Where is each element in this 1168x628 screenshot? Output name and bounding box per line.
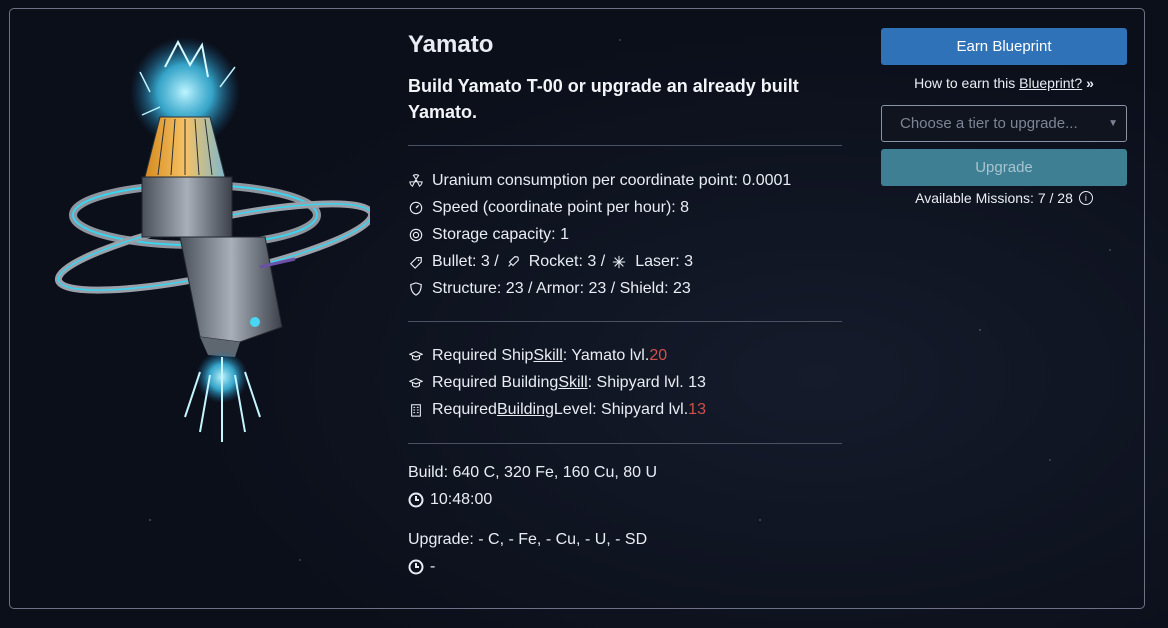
stat-rocket-text: Rocket: 3 / <box>528 252 606 270</box>
stat-uranium-text: Uranium consumption per coordinate point… <box>432 171 792 189</box>
divider <box>408 443 842 444</box>
available-missions: Available Missions: 7 / 28 i <box>881 190 1127 206</box>
clock-icon <box>408 559 424 574</box>
req-building-skill-prefix: Required Building <box>432 373 559 391</box>
storage-icon <box>408 227 424 243</box>
building-link[interactable]: Building <box>497 401 554 419</box>
building-level-value: 13 <box>688 400 706 418</box>
clock-icon <box>408 492 424 507</box>
caret-down-icon: ▼ <box>1108 118 1118 129</box>
skill-link[interactable]: Skill <box>558 374 587 392</box>
ship-skill-level: 20 <box>649 346 668 364</box>
stat-bullet-text: Bullet: 3 / <box>432 252 499 270</box>
ship-header: Yamato Build Yamato T-00 or upgrade an a… <box>408 31 842 125</box>
req-building-level: Required Building Level: Shipyard lvl. 1… <box>408 396 842 423</box>
divider <box>408 145 842 146</box>
req-building-level-suffix: Level: Shipyard lvl. <box>553 400 689 418</box>
skill-link[interactable]: Skill <box>533 347 562 365</box>
howto-prefix: How to earn this <box>914 75 1020 91</box>
earn-blueprint-button[interactable]: Earn Blueprint <box>881 28 1127 65</box>
build-time-value: 10:48:00 <box>430 490 493 508</box>
graduation-cap-icon <box>408 348 424 364</box>
req-building-skill: Required Building Skill: Shipyard lvl. 1… <box>408 369 842 396</box>
laser-icon <box>611 254 627 270</box>
stat-laser-text: Laser: 3 <box>635 252 693 270</box>
howto-earn-blueprint: How to earn this Blueprint? » <box>881 75 1127 91</box>
upgrade-button[interactable]: Upgrade <box>881 149 1127 186</box>
ship-title: Yamato <box>408 31 494 58</box>
info-icon[interactable]: i <box>1078 191 1093 205</box>
build-info: Build: 640 C, 320 Fe, 160 Cu, 80 U 10:48… <box>408 459 657 580</box>
stat-defense: Structure: 23 / Armor: 23 / Shield: 23 <box>408 275 842 302</box>
upgrade-cost: Upgrade: - C, - Fe, - Cu, - U, - SD <box>408 530 648 548</box>
radiation-icon <box>408 173 424 189</box>
req-ship-skill-suffix: : Yamato lvl. <box>562 346 650 364</box>
build-cost: Build: 640 C, 320 Fe, 160 Cu, 80 U <box>408 463 658 481</box>
stat-speed-text: Speed (coordinate point per hour): 8 <box>432 198 690 216</box>
req-ship-skill: Required Ship Skill: Yamato lvl. 20 <box>408 342 842 369</box>
speedometer-icon <box>408 200 424 216</box>
ship-description: Build Yamato T-00 or upgrade an already … <box>408 76 799 122</box>
howto-suffix: » <box>1082 75 1094 91</box>
stat-speed: Speed (coordinate point per hour): 8 <box>408 194 842 221</box>
req-building-skill-suffix: : Shipyard lvl. 13 <box>587 373 706 391</box>
tier-select[interactable]: Choose a tier to upgrade... ▼ <box>881 105 1127 142</box>
bullet-icon <box>408 254 424 270</box>
missions-text: Available Missions: 7 / 28 <box>915 190 1073 206</box>
ship-stats: Uranium consumption per coordinate point… <box>408 145 842 444</box>
blueprint-help-link[interactable]: Blueprint? <box>1019 75 1082 91</box>
shield-icon <box>408 281 424 297</box>
divider <box>408 321 842 322</box>
stat-storage-text: Storage capacity: 1 <box>432 225 569 243</box>
rocket-icon <box>505 254 521 270</box>
ship-detail-panel: Yamato Build Yamato T-00 or upgrade an a… <box>9 8 1145 609</box>
upgrade-time-value: - <box>430 557 436 575</box>
tier-select-placeholder: Choose a tier to upgrade... <box>900 115 1078 132</box>
stat-uranium: Uranium consumption per coordinate point… <box>408 167 842 194</box>
building-icon <box>408 402 424 418</box>
stat-defense-text: Structure: 23 / Armor: 23 / Shield: 23 <box>432 279 691 297</box>
req-ship-skill-prefix: Required Ship <box>432 346 534 364</box>
ship-image <box>54 37 370 442</box>
upgrade-time: - <box>408 553 657 580</box>
stat-storage: Storage capacity: 1 <box>408 221 842 248</box>
build-time: 10:48:00 <box>408 486 657 513</box>
graduation-cap-icon <box>408 375 424 391</box>
actions-sidebar: Earn Blueprint How to earn this Blueprin… <box>881 28 1127 206</box>
req-building-level-prefix: Required <box>432 400 497 418</box>
stat-weapons: Bullet: 3 / Rocket: 3 / Laser: 3 <box>408 248 842 275</box>
